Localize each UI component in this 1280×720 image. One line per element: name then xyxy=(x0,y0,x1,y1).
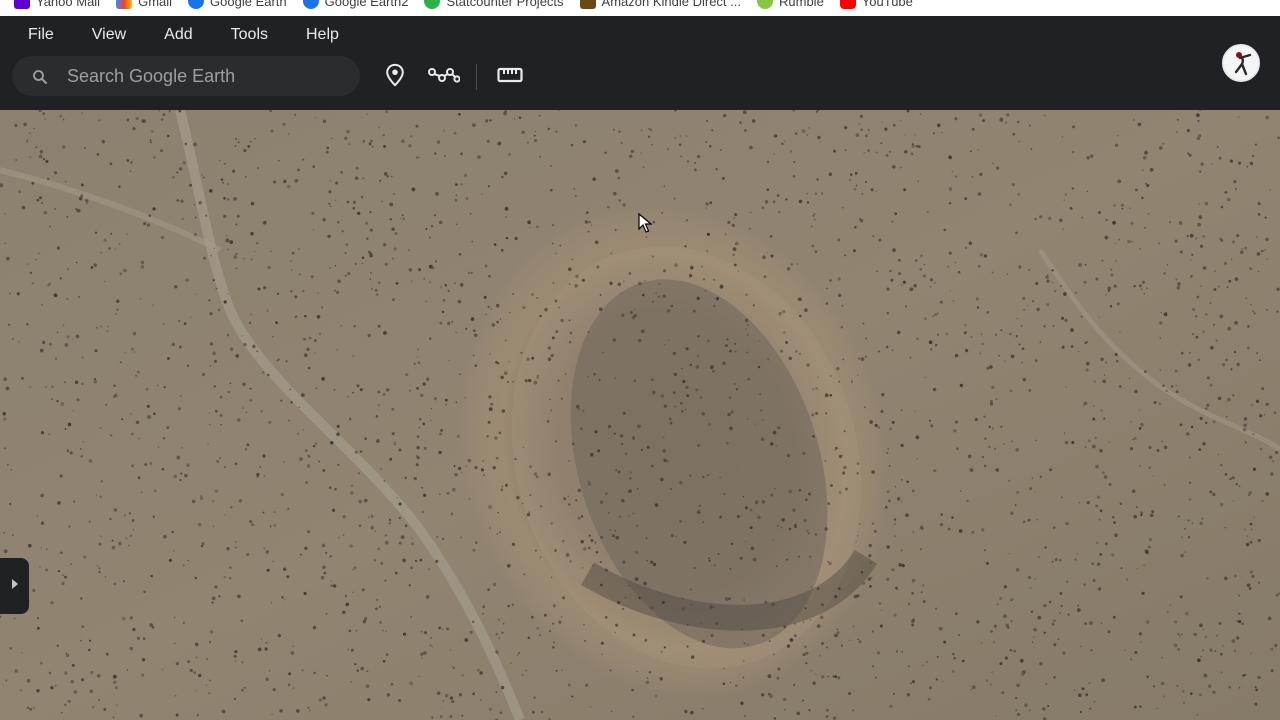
kindle-icon xyxy=(579,0,596,9)
google-earth-icon xyxy=(302,0,319,9)
bookmark-rumble[interactable]: Rumble xyxy=(757,0,824,9)
add-placemark-button[interactable] xyxy=(382,63,408,92)
bookmark-label: Gmail xyxy=(138,0,173,9)
path-icon xyxy=(428,64,461,91)
bookmark-amazon-kindle[interactable]: Amazon Kindle Direct ... xyxy=(579,0,741,9)
ruler-icon xyxy=(497,66,523,89)
avatar-icon xyxy=(1224,46,1258,80)
bookmark-label: Rumble xyxy=(779,0,824,9)
menu-tools[interactable]: Tools xyxy=(231,24,268,46)
menu-help[interactable]: Help xyxy=(306,24,339,46)
search-icon xyxy=(31,68,49,86)
statcounter-icon xyxy=(424,0,441,9)
map-view[interactable] xyxy=(0,110,1280,720)
app-toolbar: File View Add Tools Help xyxy=(0,16,1280,110)
bookmarks-bar: Yahoo Mail Gmail Google Earth Google Ear… xyxy=(0,0,1280,16)
menu-add[interactable]: Add xyxy=(164,24,192,46)
bookmark-gmail[interactable]: Gmail xyxy=(116,0,172,9)
bookmark-yahoo-mail[interactable]: Yahoo Mail xyxy=(14,0,100,9)
bookmark-statcounter[interactable]: Statcounter Projects xyxy=(424,0,564,9)
youtube-icon xyxy=(839,0,856,9)
user-avatar[interactable] xyxy=(1222,44,1260,82)
chevron-right-icon xyxy=(10,577,20,595)
yahoo-icon xyxy=(14,0,30,9)
bookmark-google-earth[interactable]: Google Earth xyxy=(188,0,287,9)
satellite-imagery[interactable] xyxy=(0,110,1280,720)
bookmark-label: YouTube xyxy=(861,0,913,9)
bookmark-label: Google Earth2 xyxy=(324,0,409,9)
sidebar-toggle-button[interactable] xyxy=(0,558,29,614)
bookmark-google-earth2[interactable]: Google Earth2 xyxy=(302,0,409,9)
toolbar-divider xyxy=(476,64,477,90)
google-earth-icon xyxy=(188,0,205,9)
bookmark-label: Statcounter Projects xyxy=(446,0,564,9)
draw-path-button[interactable] xyxy=(428,64,461,91)
mouse-cursor-icon xyxy=(638,212,653,233)
placemark-icon xyxy=(384,63,406,92)
bookmark-label: Yahoo Mail xyxy=(36,0,101,9)
bookmark-label: Amazon Kindle Direct ... xyxy=(601,0,741,9)
menu-bar: File View Add Tools Help xyxy=(28,24,377,46)
rumble-icon xyxy=(757,0,773,9)
gmail-icon xyxy=(116,0,133,9)
menu-view[interactable]: View xyxy=(92,24,126,46)
search-box[interactable] xyxy=(12,56,360,96)
search-input[interactable] xyxy=(67,62,347,90)
bookmark-youtube[interactable]: YouTube xyxy=(839,0,913,9)
measure-button[interactable] xyxy=(497,64,523,90)
bookmark-label: Google Earth xyxy=(210,0,287,9)
menu-file[interactable]: File xyxy=(28,24,54,46)
